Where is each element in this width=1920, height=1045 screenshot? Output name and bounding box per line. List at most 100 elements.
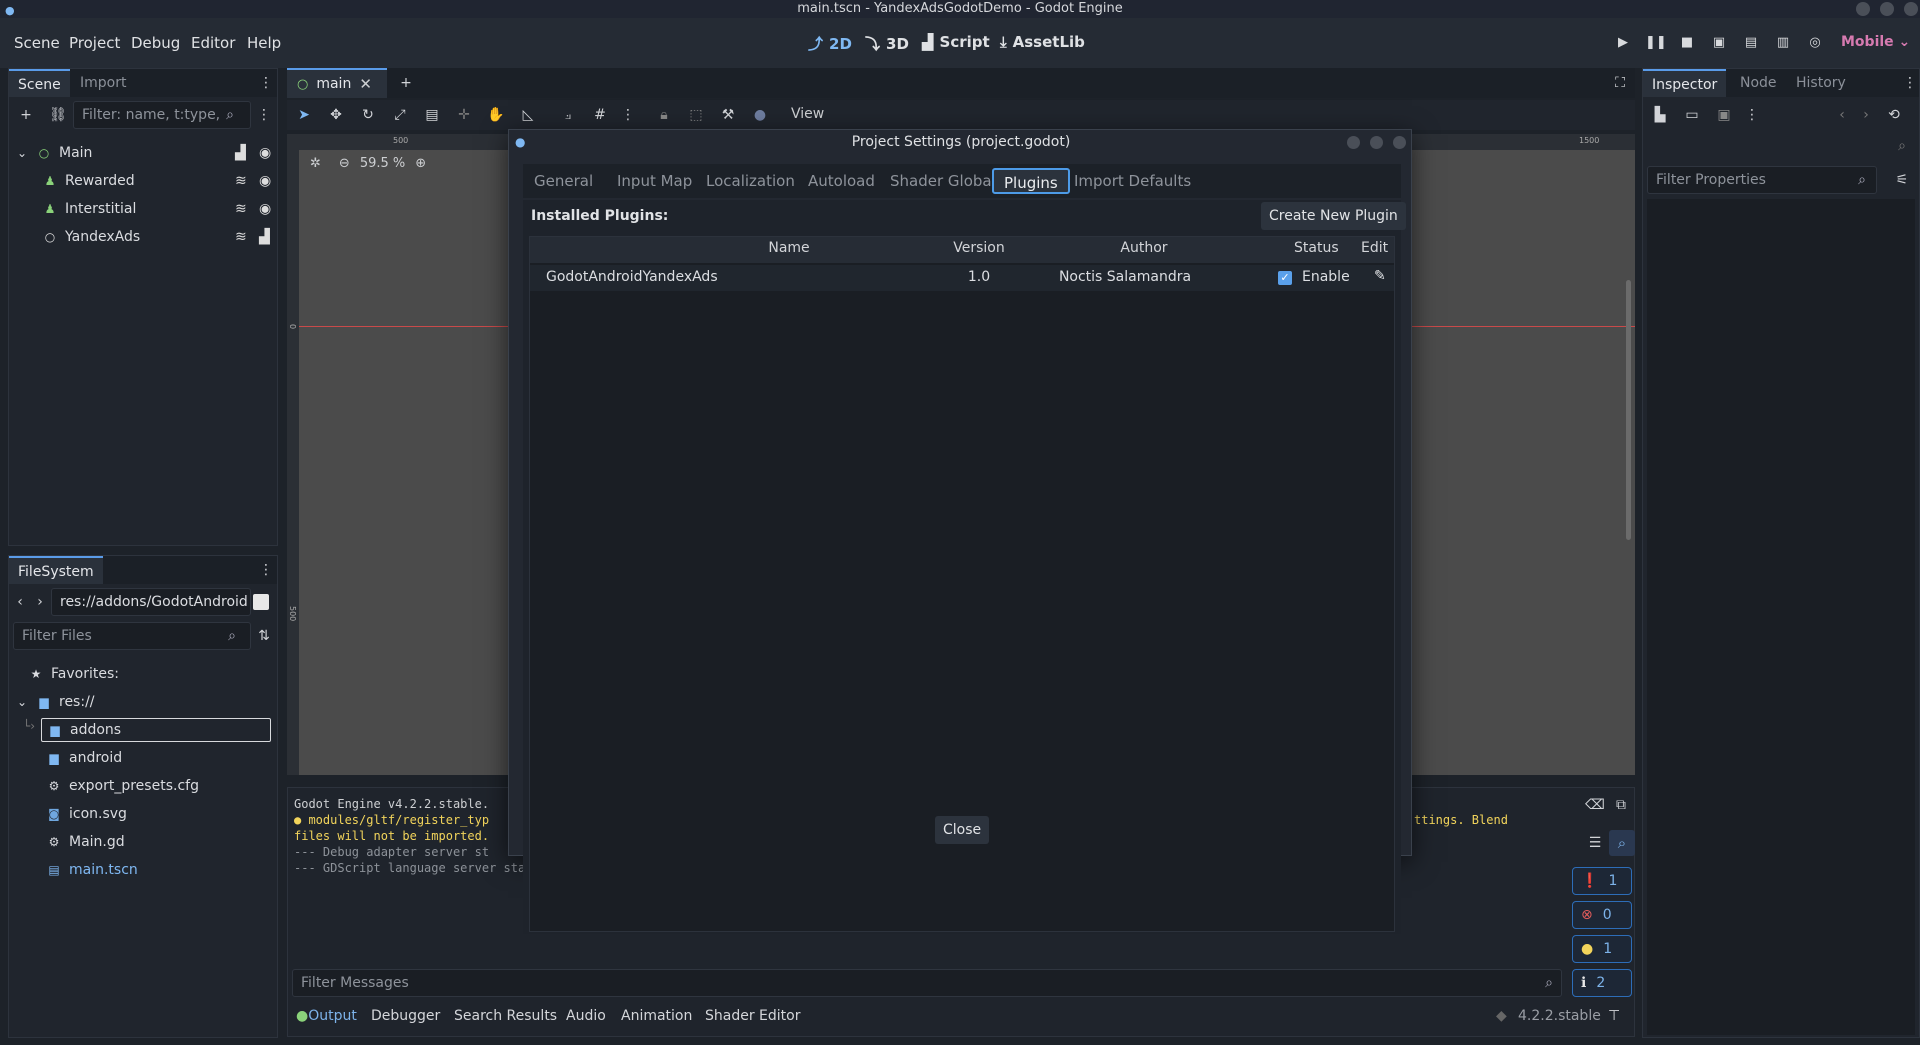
property-options-icon[interactable]: ⚟ (1891, 169, 1913, 191)
info-count-badge[interactable]: ℹ2 (1572, 969, 1632, 997)
stop-icon[interactable]: ■ (1677, 33, 1697, 53)
filter-files-input[interactable]: Filter Files (13, 622, 251, 650)
visibility-eye-icon[interactable]: ◉ (259, 169, 271, 193)
filter-toggle-search-icon[interactable]: ⌕ (1609, 830, 1635, 856)
close-icon[interactable]: ✕ (359, 75, 372, 93)
new-resource-icon[interactable]: ▙ (1649, 104, 1671, 126)
menu-help[interactable]: Help (247, 34, 281, 52)
fatal-count-badge[interactable]: ⊗ 0 (1572, 901, 1632, 929)
grid-snap-icon[interactable]: # (589, 104, 611, 126)
collapse-icon[interactable]: ☰ (1584, 832, 1606, 854)
signal-icon[interactable]: ≋ (235, 197, 247, 221)
tab-output[interactable]: ●Output (296, 1008, 357, 1024)
copy-output-icon[interactable]: ⧉ (1610, 794, 1632, 816)
tree-row-interstitial[interactable]: ♟ Interstitial ≋ ◉ (43, 197, 275, 221)
ruler-mode-icon[interactable]: ◺ (517, 104, 539, 126)
viewport-scrollbar[interactable] (1626, 280, 1631, 540)
tab-shader-editor[interactable]: Shader Editor (705, 1008, 800, 1024)
zoom-in-icon[interactable]: ⊕ (415, 156, 426, 171)
tab-import[interactable]: Import (71, 69, 135, 97)
filter-properties-input[interactable]: Filter Properties (1647, 166, 1877, 194)
kebab-menu-icon[interactable]: ⋮ (259, 72, 273, 94)
group-icon[interactable]: ⬚ (685, 104, 707, 126)
tab-scene[interactable]: Scene (9, 69, 70, 97)
list-item-android[interactable]: ▆ android (47, 746, 122, 770)
tab-inspector[interactable]: Inspector (1643, 69, 1727, 97)
forward-arrow-icon[interactable]: › (33, 591, 47, 613)
kebab-menu-icon[interactable]: ⋮ (253, 104, 275, 126)
zoom-out-icon[interactable]: ⊖ (339, 156, 350, 171)
tree-row-rewarded[interactable]: ♟ Rewarded ≋ ◉ (43, 169, 275, 193)
tab-debugger[interactable]: Debugger (371, 1008, 440, 1024)
tab-autoload[interactable]: Autoload (798, 168, 885, 194)
tab-animation[interactable]: Animation (621, 1008, 692, 1024)
override-camera-icon[interactable]: ● (749, 104, 771, 126)
dialog-maximize-button[interactable] (1370, 136, 1383, 149)
kebab-menu-icon[interactable]: ⋮ (617, 104, 639, 126)
play-icon[interactable]: ▶ (1613, 33, 1633, 53)
back-arrow-icon[interactable]: ‹ (13, 591, 27, 613)
tab-plugins[interactable]: Plugins (992, 168, 1070, 194)
select-mode-icon[interactable]: ➤ (293, 104, 315, 126)
zoom-level[interactable]: 59.5 % (360, 156, 405, 171)
chevron-down-icon[interactable]: ⌄ (15, 690, 29, 714)
pause-icon[interactable]: ❚❚ (1645, 33, 1667, 53)
distraction-free-icon[interactable]: ⛶ (1609, 72, 1631, 94)
edit-plugin-icon[interactable]: ✎ (1374, 268, 1386, 284)
chevron-down-icon[interactable]: ⌄ (15, 141, 29, 165)
save-icon[interactable]: ▣ (1713, 104, 1735, 126)
pan-mode-icon[interactable]: ✋ (485, 104, 507, 126)
tree-row-main[interactable]: ⌄ ○ Main ▟ ◉ (15, 141, 275, 165)
favorites-row[interactable]: ★ Favorites: (29, 662, 119, 686)
warning-count-badge[interactable]: ● 1 (1572, 935, 1632, 963)
menu-scene[interactable]: Scene (14, 34, 60, 52)
sort-icon[interactable]: ⇅ (253, 625, 275, 647)
movie-maker-icon[interactable]: ◎ (1805, 33, 1825, 53)
list-item-export-presets[interactable]: ⚙ export_presets.cfg (47, 774, 199, 798)
tab-localization[interactable]: Localization (696, 168, 805, 194)
dialog-close-button[interactable] (1393, 136, 1406, 149)
maximize-button[interactable] (1880, 2, 1894, 16)
lock-icon[interactable]: 🔒︎ (653, 104, 675, 126)
list-item-main-tscn[interactable]: ▤ main.tscn (47, 858, 137, 882)
scale-mode-icon[interactable]: ⤢ (389, 104, 411, 126)
signal-icon[interactable]: ≋ (235, 169, 247, 193)
forward-arrow-icon[interactable]: › (1855, 104, 1877, 126)
enable-checkbox[interactable]: ✓ (1278, 271, 1292, 285)
split-mode-icon[interactable] (253, 594, 269, 610)
tab-input-map[interactable]: Input Map (607, 168, 702, 194)
workspace-script-button[interactable]: ▟ Script (922, 33, 990, 51)
workspace-3d-button[interactable]: ⤵ 3D (865, 33, 909, 54)
move-mode-icon[interactable]: ✥ (325, 104, 347, 126)
pin-bottom-panel-icon[interactable]: ⊤ (1608, 1008, 1620, 1024)
script-icon[interactable]: ▟ (235, 141, 246, 165)
rotate-mode-icon[interactable]: ↻ (357, 104, 379, 126)
error-count-badge[interactable]: ❗ 1 (1572, 867, 1632, 895)
workspace-2d-button[interactable]: ⤴ 2D (808, 33, 852, 54)
script-icon[interactable]: ▟ (259, 225, 270, 249)
kebab-menu-icon[interactable]: ⋮ (259, 559, 273, 581)
add-node-icon[interactable]: + (15, 104, 37, 126)
tab-search-results[interactable]: Search Results (454, 1008, 557, 1024)
close-button[interactable]: Close (935, 816, 990, 844)
view-menu[interactable]: View (791, 106, 824, 122)
list-select-icon[interactable]: ▤ (421, 104, 443, 126)
object-search-icon[interactable]: ⌕ (1891, 135, 1913, 157)
menu-debug[interactable]: Debug (131, 34, 180, 52)
tab-history[interactable]: History (1787, 69, 1855, 97)
pivot-icon[interactable]: ✛ (453, 104, 475, 126)
add-scene-tab-icon[interactable]: + (395, 72, 417, 94)
link-icon[interactable]: ⛓ (47, 104, 69, 126)
open-folder-icon[interactable]: ▭ (1681, 104, 1703, 126)
play-custom-scene-icon[interactable]: ▥ (1773, 33, 1793, 53)
tab-general[interactable]: General (524, 168, 603, 194)
back-arrow-icon[interactable]: ‹ (1831, 104, 1853, 126)
renderer-select[interactable]: Mobile ⌄ (1841, 34, 1910, 50)
play-scene-icon[interactable]: ▤ (1741, 33, 1761, 53)
minimize-button[interactable] (1856, 2, 1870, 16)
close-window-button[interactable] (1904, 2, 1918, 16)
workspace-assetlib-button[interactable]: ⤓ AssetLib (1000, 33, 1085, 51)
remote-debug-icon[interactable]: ▣ (1709, 33, 1729, 53)
path-field[interactable]: res://addons/GodotAndroid (51, 588, 251, 616)
dialog-minimize-button[interactable] (1347, 136, 1360, 149)
